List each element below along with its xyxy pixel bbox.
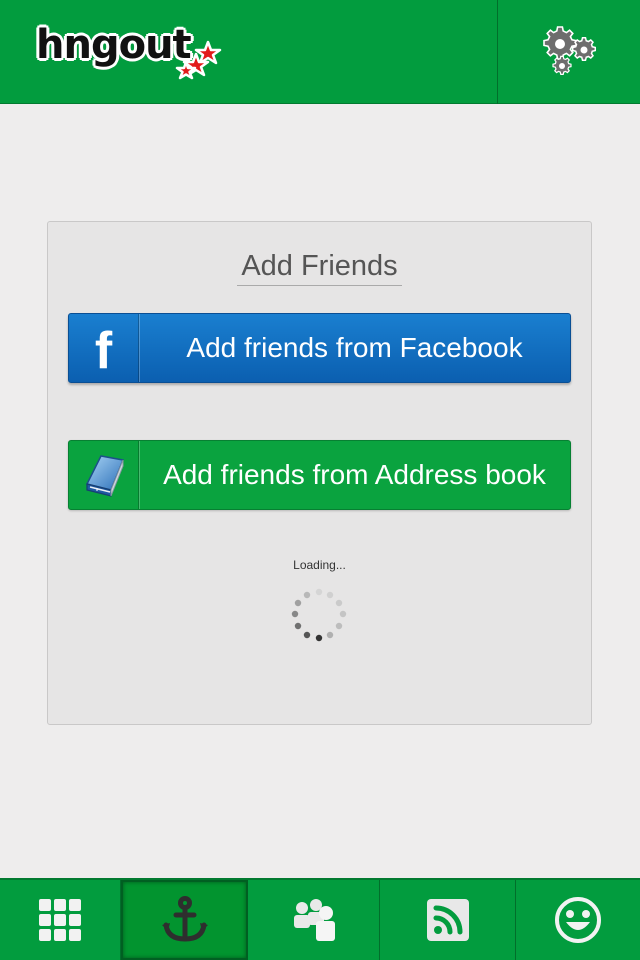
add-from-facebook-label: Add friends from Facebook <box>186 332 523 363</box>
add-from-address-book-button[interactable]: Add friends from Address book <box>68 440 571 510</box>
grid-icon <box>39 899 81 941</box>
nav-item-anchor[interactable] <box>121 880 248 960</box>
settings-button[interactable] <box>498 0 640 104</box>
gears-icon <box>543 26 596 76</box>
stars-icon <box>175 40 222 80</box>
people-icon <box>293 899 335 941</box>
rss-icon <box>426 899 469 941</box>
add-from-address-book-label: Add friends from Address book <box>163 459 546 490</box>
panel-title: Add Friends <box>48 250 591 286</box>
add-friends-panel: Add Friends f Add friends from Facebook <box>47 221 592 725</box>
anchor-icon <box>161 896 208 942</box>
smiley-icon <box>555 897 601 943</box>
app-logo: hngout <box>36 18 236 90</box>
bottom-nav <box>0 878 640 960</box>
loading-text: Loading... <box>293 558 346 572</box>
panel-title-text: Add Friends <box>237 250 402 286</box>
app-header: hngout <box>0 0 640 104</box>
facebook-icon-glyph: f <box>94 322 113 380</box>
logo-text: hngout <box>36 22 192 68</box>
nav-item-profile[interactable] <box>516 880 640 960</box>
facebook-icon: f <box>69 314 139 382</box>
nav-item-people[interactable] <box>248 880 380 960</box>
add-from-facebook-button[interactable]: f Add friends from Facebook <box>68 313 571 383</box>
nav-item-grid[interactable] <box>0 880 121 960</box>
nav-item-feed[interactable] <box>380 880 516 960</box>
address-book-icon <box>69 441 139 509</box>
loading-spinner-icon <box>291 588 347 642</box>
